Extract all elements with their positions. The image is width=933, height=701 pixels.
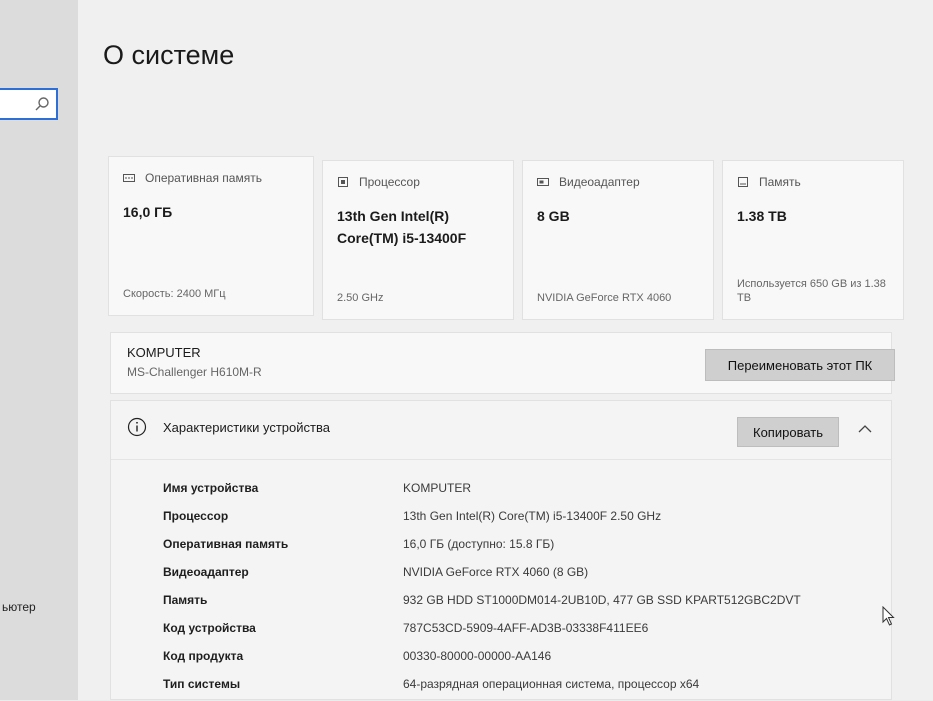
spec-label: Видеоадаптер	[163, 565, 249, 579]
spec-label: Тип системы	[163, 677, 241, 691]
spec-value: 932 GB HDD ST1000DM014-2UB10D, 477 GB SS…	[403, 593, 801, 607]
storage-card-sub: Используется 650 GB из 1.38 TB	[737, 278, 886, 304]
chevron-up-icon[interactable]	[857, 423, 873, 435]
sidebar-item-computer[interactable]: ьютер	[2, 600, 36, 614]
device-specifications-panel: Характеристики устройства Копировать Имя…	[110, 400, 892, 700]
gpu-card: Видеоадаптер 8 GB NVIDIA GeForce RTX 406…	[522, 160, 714, 320]
search-input[interactable]	[0, 88, 58, 120]
cpu-icon	[338, 177, 348, 187]
copy-button[interactable]: Копировать	[737, 417, 839, 447]
spec-label: Оперативная память	[163, 537, 289, 551]
spec-value: 787C53CD-5909-4AFF-AD3B-03338F411EE6	[403, 621, 649, 635]
cpu-card: Процессор 13th Gen Intel(R) Core(TM) i5-…	[322, 160, 514, 320]
specifications-header[interactable]: Характеристики устройства Копировать	[111, 401, 891, 460]
spec-value: 16,0 ГБ (доступно: 15.8 ГБ)	[403, 537, 555, 551]
gpu-card-title: Видеоадаптер	[559, 175, 640, 189]
ram-icon	[123, 174, 135, 182]
device-name: KOMPUTER	[127, 345, 201, 360]
rename-pc-button[interactable]: Переименовать этот ПК	[705, 349, 895, 381]
page-title: О системе	[103, 40, 235, 70]
info-icon	[127, 417, 147, 437]
cpu-card-value: 13th Gen Intel(R) Core(TM) i5-13400F	[337, 208, 467, 246]
gpu-icon	[537, 178, 549, 186]
ram-card: Оперативная память 16,0 ГБ Скорость: 240…	[108, 156, 314, 316]
ram-card-value: 16,0 ГБ	[123, 204, 173, 220]
storage-card: Память 1.38 TB Используется 650 GB из 1.…	[722, 160, 904, 320]
spec-value: 13th Gen Intel(R) Core(TM) i5-13400F 2.5…	[403, 509, 662, 523]
sidebar: ьютер	[0, 0, 78, 700]
device-name-section: KOMPUTER MS-Challenger H610M-R Переимено…	[110, 332, 895, 394]
spec-label: Память	[163, 593, 208, 607]
storage-icon	[738, 177, 748, 187]
specifications-title: Характеристики устройства	[163, 420, 330, 435]
gpu-card-value: 8 GB	[537, 208, 570, 224]
spec-value: 64-разрядная операционная система, проце…	[403, 677, 700, 691]
storage-card-title: Память	[759, 175, 801, 189]
spec-value: NVIDIA GeForce RTX 4060 (8 GB)	[403, 565, 589, 579]
spec-label: Имя устройства	[163, 481, 259, 495]
ram-card-sub: Скорость: 2400 МГц	[123, 288, 226, 300]
main-content: О системе Оперативная память 16,0 ГБ Ско…	[78, 0, 933, 700]
spec-value: 00330-80000-00000-AA146	[403, 649, 552, 663]
spec-label: Процессор	[163, 509, 229, 523]
spec-label: Код устройства	[163, 621, 256, 635]
gpu-card-sub: NVIDIA GeForce RTX 4060	[537, 292, 672, 304]
cpu-card-title: Процессор	[359, 175, 420, 189]
device-model: MS-Challenger H610M-R	[127, 365, 262, 379]
ram-card-title: Оперативная память	[145, 171, 262, 185]
spec-label: Код продукта	[163, 649, 244, 663]
search-icon	[35, 97, 49, 111]
spec-value: KOMPUTER	[403, 481, 472, 495]
storage-card-value: 1.38 TB	[737, 208, 787, 224]
mouse-cursor-icon	[882, 606, 895, 626]
cpu-card-sub: 2.50 GHz	[337, 292, 384, 304]
